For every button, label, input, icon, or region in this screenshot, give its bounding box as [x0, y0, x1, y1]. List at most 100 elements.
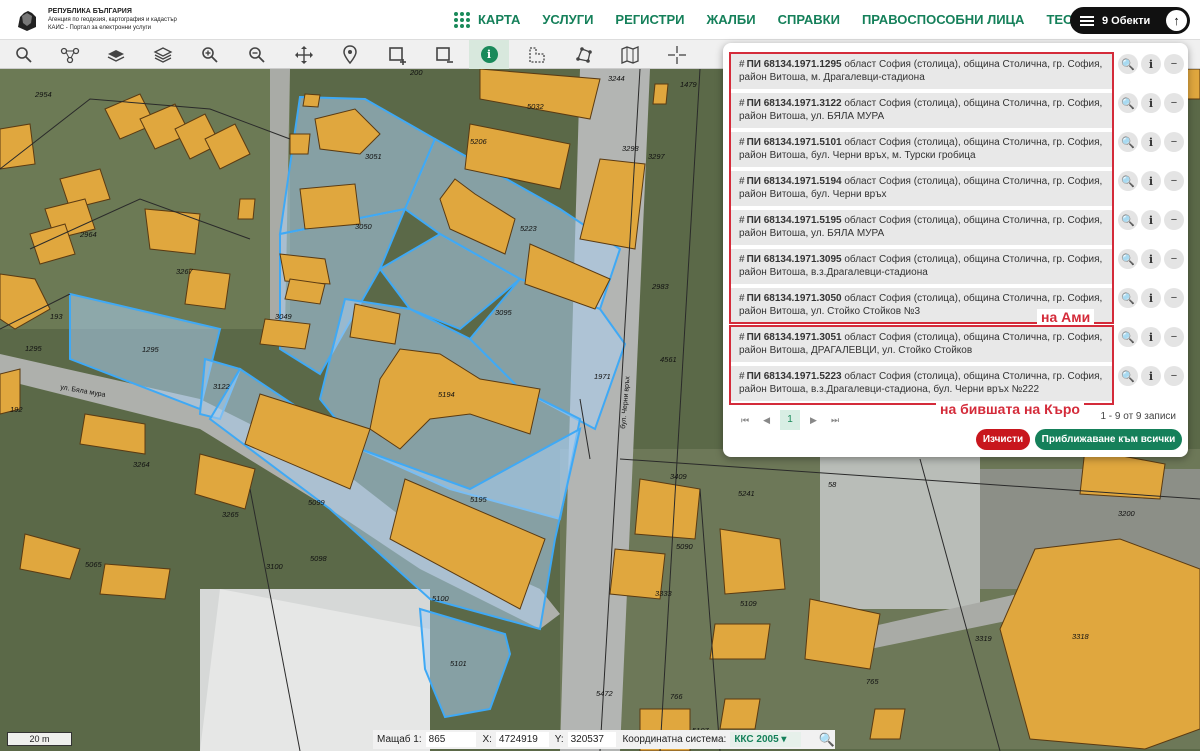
parcel-label: 3050: [355, 222, 373, 231]
parcel-label: 766: [670, 692, 683, 701]
remove-icon[interactable]: −: [1164, 327, 1184, 347]
network-icon[interactable]: [58, 43, 82, 67]
polygon-icon[interactable]: [572, 43, 596, 67]
search-icon[interactable]: [12, 43, 36, 67]
nav-uslugi[interactable]: УСЛУГИ: [542, 12, 593, 27]
location-pin-icon[interactable]: [338, 43, 362, 67]
apps-grid-icon[interactable]: [454, 11, 470, 28]
scale-input[interactable]: 865: [425, 732, 477, 747]
remove-icon[interactable]: −: [1164, 93, 1184, 113]
nav-spravki[interactable]: СПРАВКИ: [778, 12, 840, 27]
nav-registri[interactable]: РЕГИСТРИ: [615, 12, 684, 27]
logo-portal: КАИС - Портал за електронни услуги: [48, 24, 151, 31]
parcel-label: 3100: [266, 562, 284, 571]
parcel-label: 3409: [670, 472, 688, 481]
status-bar: Мащаб 1: 865 X: 4724919 Y: 320537 Коорди…: [373, 730, 835, 749]
crosshair-icon[interactable]: [665, 43, 689, 67]
remove-icon[interactable]: −: [1164, 132, 1184, 152]
parcel-label: 765: [866, 677, 879, 686]
remove-icon[interactable]: −: [1164, 249, 1184, 269]
y-coordinate: 320537: [567, 732, 617, 747]
parcel-label: 5109: [740, 599, 758, 608]
current-page[interactable]: 1: [780, 410, 801, 430]
parcel-label: 192: [10, 405, 23, 414]
remove-icon[interactable]: −: [1164, 288, 1184, 308]
zoom-to-icon[interactable]: 🔍: [1118, 132, 1138, 152]
nav-zhalbi[interactable]: ЖАЛБИ: [707, 12, 756, 27]
zoom-to-icon[interactable]: 🔍: [1118, 93, 1138, 113]
parcel-label: 3122: [213, 382, 231, 391]
parcel-label: 1295: [142, 345, 160, 354]
arrow-up-icon[interactable]: ↑: [1166, 10, 1187, 31]
zoom-to-icon[interactable]: 🔍: [1118, 171, 1138, 191]
parcel-label: 3095: [495, 308, 513, 317]
info-icon[interactable]: i: [1141, 288, 1161, 308]
pan-icon[interactable]: [292, 43, 316, 67]
crs-select[interactable]: ККС 2005 ▾: [730, 732, 801, 747]
measure-icon[interactable]: [525, 43, 549, 67]
first-page-icon[interactable]: ⏮: [741, 415, 749, 426]
y-label: Y:: [554, 734, 564, 745]
info-icon[interactable]: i: [1141, 93, 1161, 113]
prev-page-icon[interactable]: ◀: [763, 415, 770, 426]
last-page-icon[interactable]: ⏭: [831, 415, 839, 426]
info-icon[interactable]: i: [1141, 249, 1161, 269]
search-icon[interactable]: 🔍: [819, 732, 835, 748]
objects-button[interactable]: 9 Обекти ↑: [1070, 7, 1190, 34]
zoom-to-icon[interactable]: 🔍: [1118, 249, 1138, 269]
info-icon[interactable]: i: [1141, 327, 1161, 347]
info-tool[interactable]: i: [469, 40, 509, 69]
nav-pravosposobni-lica[interactable]: ПРАВОСПОСОБНИ ЛИЦА: [862, 12, 1025, 27]
clear-button[interactable]: Изчисти: [976, 429, 1030, 450]
annotation-ami: на Ами: [1037, 309, 1095, 325]
parcel-label: 1479: [680, 80, 698, 89]
agency-logo[interactable]: РЕПУБЛИКА БЪЛГАРИЯ Агенция по геодезия, …: [0, 7, 300, 33]
parcel-label: 3049: [275, 312, 293, 321]
parcel-label: 3318: [1072, 632, 1090, 641]
info-icon[interactable]: i: [1141, 132, 1161, 152]
main-nav: КАРТА УСЛУГИ РЕГИСТРИ ЖАЛБИ СПРАВКИ ПРАВ…: [454, 11, 1102, 28]
parcel-label: 58: [828, 480, 837, 489]
identify-results-panel: # ПИ 68134.1971.1295 област София (столиц…: [723, 43, 1188, 457]
x-label: X:: [482, 734, 492, 745]
select-rect-remove-icon[interactable]: [432, 43, 456, 67]
parcel-label: 3200: [1118, 509, 1136, 518]
zoom-to-icon[interactable]: 🔍: [1118, 54, 1138, 74]
parcel-label: 2954: [34, 90, 52, 99]
remove-icon[interactable]: −: [1164, 366, 1184, 386]
parcel-label: 5223: [520, 224, 538, 233]
pagination: ⏮ ◀ 1 ▶ ⏭: [741, 410, 839, 430]
zoom-to-icon[interactable]: 🔍: [1118, 288, 1138, 308]
layers-icon[interactable]: [151, 43, 175, 67]
select-rect-add-icon[interactable]: [385, 43, 409, 67]
scale-bar: 20 m: [7, 732, 72, 746]
parcel-label: 3244: [608, 74, 625, 83]
parcel-label: 5100: [432, 594, 450, 603]
zoom-out-icon[interactable]: [245, 43, 269, 67]
zoom-to-all-button[interactable]: Приближаване към всички: [1035, 429, 1182, 450]
top-header: РЕПУБЛИКА БЪЛГАРИЯ Агенция по геодезия, …: [0, 0, 1200, 40]
info-icon[interactable]: i: [1141, 366, 1161, 386]
info-icon[interactable]: i: [1141, 171, 1161, 191]
info-icon[interactable]: i: [1141, 210, 1161, 230]
remove-icon[interactable]: −: [1164, 171, 1184, 191]
zoom-to-icon[interactable]: 🔍: [1118, 210, 1138, 230]
scale-label: Мащаб 1:: [377, 734, 422, 745]
zoom-in-icon[interactable]: [198, 43, 222, 67]
remove-icon[interactable]: −: [1164, 54, 1184, 74]
parcel-label: 2964: [79, 230, 97, 239]
parcel-label: 193: [50, 312, 63, 321]
logo-title: РЕПУБЛИКА БЪЛГАРИЯ: [48, 7, 132, 15]
annotation-box-kuro: [729, 325, 1114, 405]
info-icon[interactable]: i: [1141, 54, 1161, 74]
objects-count: 9 Обекти: [1102, 14, 1151, 27]
next-page-icon[interactable]: ▶: [810, 415, 817, 426]
coat-of-arms-icon: [18, 10, 36, 31]
parcel-label: 5099: [308, 498, 326, 507]
zoom-to-icon[interactable]: 🔍: [1118, 366, 1138, 386]
layers-stack-icon[interactable]: [104, 43, 128, 67]
zoom-to-icon[interactable]: 🔍: [1118, 327, 1138, 347]
map-book-icon[interactable]: [618, 43, 642, 67]
nav-karta[interactable]: КАРТА: [478, 12, 520, 27]
remove-icon[interactable]: −: [1164, 210, 1184, 230]
